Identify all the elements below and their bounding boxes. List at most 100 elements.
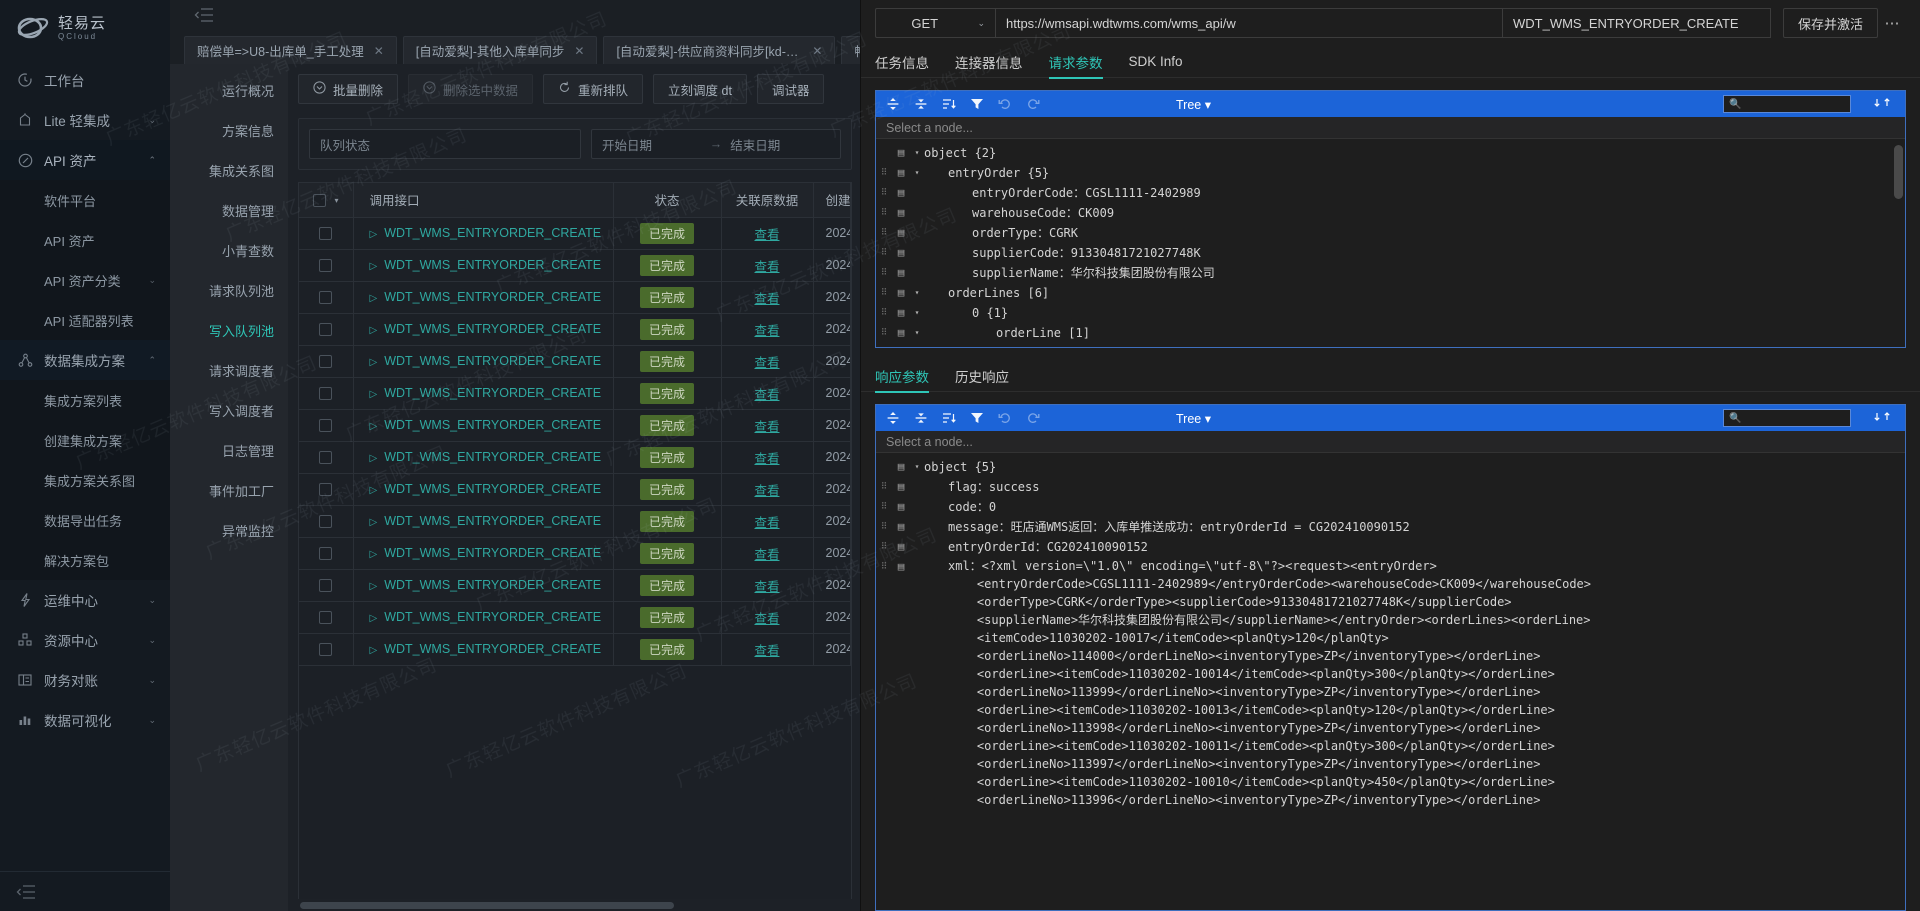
drag-handle-icon[interactable]: ⠿ xyxy=(876,537,892,557)
sidebar-item-data-integration[interactable]: 数据集成方案 ⌃ xyxy=(0,340,170,380)
cell-interface[interactable]: ▷ WDT_WMS_ENTRYORDER_CREATE xyxy=(353,409,614,442)
json-tree-row-xml[interactable]: ⠿ ▤ xml：<?xml version=\"1.0\" encoding=\"u… xyxy=(876,557,1905,809)
expand-all-icon[interactable] xyxy=(886,97,900,111)
json-tree-row[interactable]: ⠿ ▤ entryOrderId：CG202410090152 xyxy=(876,537,1905,557)
cell-interface[interactable]: ▷ WDT_WMS_ENTRYORDER_CREATE xyxy=(353,313,614,346)
table-row[interactable]: ▷ WDT_WMS_ENTRYORDER_CREATE 已完成 查看 2024-10-0… xyxy=(299,505,851,538)
cell-interface[interactable]: ▷ WDT_WMS_ENTRYORDER_CREATE xyxy=(353,281,614,314)
drag-handle-icon[interactable]: ⠿ xyxy=(876,477,892,497)
json-tree-row[interactable]: ⠿ ▤ supplierName：华尔科技集团股份有限公司 xyxy=(876,263,1905,283)
view-link[interactable]: 查看 xyxy=(754,292,779,306)
start-date-input[interactable]: 开始日期 xyxy=(602,135,702,154)
view-link[interactable]: 查看 xyxy=(754,260,779,274)
tab-response-params[interactable]: 响应参数 xyxy=(875,360,929,393)
json-tree-row[interactable]: ⠿ ▤ ▾ 0 {1} xyxy=(876,303,1905,323)
json-tree-row[interactable]: ⠿ ▤ ▾ orderLines [6] xyxy=(876,283,1905,303)
undo-icon[interactable] xyxy=(998,97,1012,111)
request-tree-scrollbar[interactable] xyxy=(1894,145,1903,199)
sort-icon[interactable] xyxy=(942,411,956,425)
cell-interface[interactable]: ▷ WDT_WMS_ENTRYORDER_CREATE xyxy=(353,217,614,250)
subnav-item-overview[interactable]: 运行概况 xyxy=(170,74,288,106)
table-row[interactable]: ▷ WDT_WMS_ENTRYORDER_CREATE 已完成 查看 2024-10-0… xyxy=(299,569,851,602)
view-link[interactable]: 查看 xyxy=(754,484,779,498)
json-tree-row[interactable]: ⠿ ▤ orderType：CGRK xyxy=(876,223,1905,243)
scrollbar-thumb[interactable] xyxy=(300,901,674,909)
sidebar-item-scheme-graph[interactable]: 集成方案关系图 xyxy=(0,460,170,500)
cell-interface[interactable]: ▷ WDT_WMS_ENTRYORDER_CREATE xyxy=(353,441,614,474)
sidebar-item-data-visualization[interactable]: 数据可视化 ⌄ xyxy=(0,700,170,740)
sidebar-item-resource-center[interactable]: 资源中心 ⌄ xyxy=(0,620,170,660)
view-link[interactable]: 查看 xyxy=(754,228,779,242)
view-link[interactable]: 查看 xyxy=(754,452,779,466)
filter-icon[interactable] xyxy=(970,411,984,425)
collapse-all-icon[interactable] xyxy=(914,411,928,425)
table-row[interactable]: ▷ WDT_WMS_ENTRYORDER_CREATE 已完成 查看 2024-10-0… xyxy=(299,633,851,666)
tab-item[interactable]: 赔偿单=>U8-出库单_手工处理 ✕ xyxy=(184,36,397,64)
collapse-all-icon[interactable] xyxy=(914,97,928,111)
row-checkbox[interactable] xyxy=(319,323,333,337)
expand-caret-icon[interactable]: ▾ xyxy=(910,143,924,163)
table-row[interactable]: ▷ WDT_WMS_ENTRYORDER_CREATE 已完成 查看 2024-10-0… xyxy=(299,441,851,474)
subnav-item-scheme-info[interactable]: 方案信息 xyxy=(170,114,288,146)
sidebar-item-export-task[interactable]: 数据导出任务 xyxy=(0,500,170,540)
tab-task-info[interactable]: 任务信息 xyxy=(875,46,929,78)
close-icon[interactable]: ✕ xyxy=(812,44,822,58)
sort-icon[interactable] xyxy=(942,97,956,111)
close-icon[interactable]: ✕ xyxy=(574,44,584,58)
collapse-panel-icon[interactable] xyxy=(194,7,214,23)
response-tree-body[interactable]: ▤ ▾ object {5} ⠿ ▤ flag：success ⠿ ▤ code：0 ⠿ ▤ mess… xyxy=(876,453,1905,910)
request-url-input[interactable]: https://wmsapi.wdtwms.com/wms_api/w xyxy=(995,8,1503,38)
api-name-input[interactable]: WDT_WMS_ENTRYORDER_CREATE xyxy=(1502,8,1771,38)
request-node-selector[interactable]: Select a node... xyxy=(876,117,1905,139)
drag-handle-icon[interactable]: ⠿ xyxy=(876,497,892,517)
drag-handle-icon[interactable]: ⠿ xyxy=(876,263,892,283)
table-row[interactable]: ▷ WDT_WMS_ENTRYORDER_CREATE 已完成 查看 2024-10-0… xyxy=(299,377,851,410)
expand-caret-icon[interactable]: ▾ xyxy=(910,343,924,347)
schedule-now-button[interactable]: 立刻调度 dt xyxy=(653,74,747,104)
tab-response-history[interactable]: 历史响应 xyxy=(955,360,1009,392)
more-options-icon[interactable]: ⋯ xyxy=(1878,14,1906,32)
drag-handle-icon[interactable]: ⠿ xyxy=(876,343,892,347)
drag-handle-icon[interactable]: ⠿ xyxy=(876,517,892,537)
row-checkbox[interactable] xyxy=(319,643,333,657)
tab-item[interactable]: [自动爱梨]-供应商资料同步[kd->jst]-V1.0 ✕ xyxy=(603,36,836,64)
subnav-item-relation-graph[interactable]: 集成关系图 xyxy=(170,154,288,186)
subnav-item-request-scheduler[interactable]: 请求调度者 xyxy=(170,354,288,386)
drag-handle-icon[interactable]: ⠿ xyxy=(876,243,892,263)
date-range-picker[interactable]: 开始日期 → 结束日期 xyxy=(591,129,841,159)
horizontal-scrollbar[interactable] xyxy=(298,899,852,911)
table-row[interactable]: ▷ WDT_WMS_ENTRYORDER_CREATE 已完成 查看 2024-10-0… xyxy=(299,537,851,570)
subnav-item-query[interactable]: 小青查数 xyxy=(170,234,288,266)
row-checkbox[interactable] xyxy=(319,451,333,465)
request-tree-body[interactable]: ▤ ▾ object {2} ⠿ ▤ ▾ entryOrder {5} ⠿ ▤ entryOrde… xyxy=(876,139,1905,347)
undo-icon[interactable] xyxy=(998,411,1012,425)
view-link[interactable]: 查看 xyxy=(754,420,779,434)
queue-status-select[interactable]: 队列状态 xyxy=(309,129,581,159)
row-checkbox[interactable] xyxy=(319,547,333,561)
expand-caret-icon[interactable]: ▾ xyxy=(910,163,924,183)
json-tree-row[interactable]: ⠿ ▤ flag：success xyxy=(876,477,1905,497)
table-row[interactable]: ▷ WDT_WMS_ENTRYORDER_CREATE 已完成 查看 2024-10-0… xyxy=(299,281,851,314)
subnav-item-request-queue[interactable]: 请求队列池 xyxy=(170,274,288,306)
view-link[interactable]: 查看 xyxy=(754,548,779,562)
row-checkbox[interactable] xyxy=(319,291,333,305)
row-checkbox[interactable] xyxy=(319,355,333,369)
drag-handle-icon[interactable]: ⠿ xyxy=(876,283,892,303)
response-editor-search-input[interactable]: 🔍 xyxy=(1723,409,1851,427)
redo-icon[interactable] xyxy=(1026,411,1040,425)
table-row[interactable]: ▷ WDT_WMS_ENTRYORDER_CREATE 已完成 查看 2024-10-0… xyxy=(299,345,851,378)
search-nav-icon[interactable] xyxy=(1873,411,1895,426)
search-nav-icon[interactable] xyxy=(1873,97,1895,112)
response-node-selector[interactable]: Select a node... xyxy=(876,431,1905,453)
view-link[interactable]: 查看 xyxy=(754,580,779,594)
subnav-item-log-management[interactable]: 日志管理 xyxy=(170,434,288,466)
filter-icon[interactable] xyxy=(970,97,984,111)
expand-caret-icon[interactable]: ▾ xyxy=(910,303,924,323)
drag-handle-icon[interactable]: ⠿ xyxy=(876,183,892,203)
view-link[interactable]: 查看 xyxy=(754,644,779,658)
cell-interface[interactable]: ▷ WDT_WMS_ENTRYORDER_CREATE xyxy=(353,377,614,410)
debugger-button[interactable]: 调试器 xyxy=(756,74,825,104)
view-link[interactable]: 查看 xyxy=(754,388,779,402)
table-row[interactable]: ▷ WDT_WMS_ENTRYORDER_CREATE 已完成 查看 2024-10-0… xyxy=(299,409,851,442)
drag-handle-icon[interactable]: ⠿ xyxy=(876,323,892,343)
